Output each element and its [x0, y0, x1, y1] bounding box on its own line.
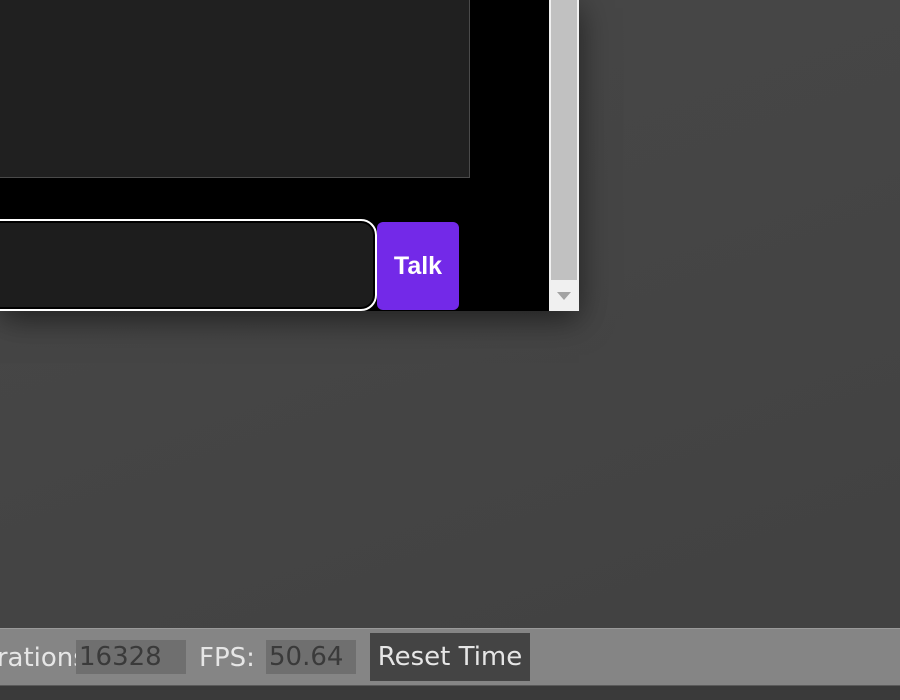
reset-time-button[interactable]: Reset Time — [370, 633, 530, 681]
output-panel — [0, 0, 470, 178]
chevron-down-icon — [557, 292, 571, 300]
bottom-strip — [0, 686, 900, 700]
status-bar: Iterations: 16328 FPS: 50.64 Reset Time — [0, 628, 900, 686]
fps-value: 50.64 — [266, 640, 356, 674]
fps-label: FPS: — [199, 643, 255, 673]
scroll-down-button[interactable] — [549, 281, 579, 311]
talk-button[interactable]: Talk — [377, 222, 459, 310]
app-frame: Talk — [0, 0, 549, 311]
scrollbar[interactable] — [549, 0, 579, 311]
chat-input[interactable] — [0, 219, 377, 311]
iterations-value: 16328 — [76, 640, 186, 674]
app-window: Talk — [0, 0, 579, 311]
scroll-thumb[interactable] — [551, 0, 577, 280]
